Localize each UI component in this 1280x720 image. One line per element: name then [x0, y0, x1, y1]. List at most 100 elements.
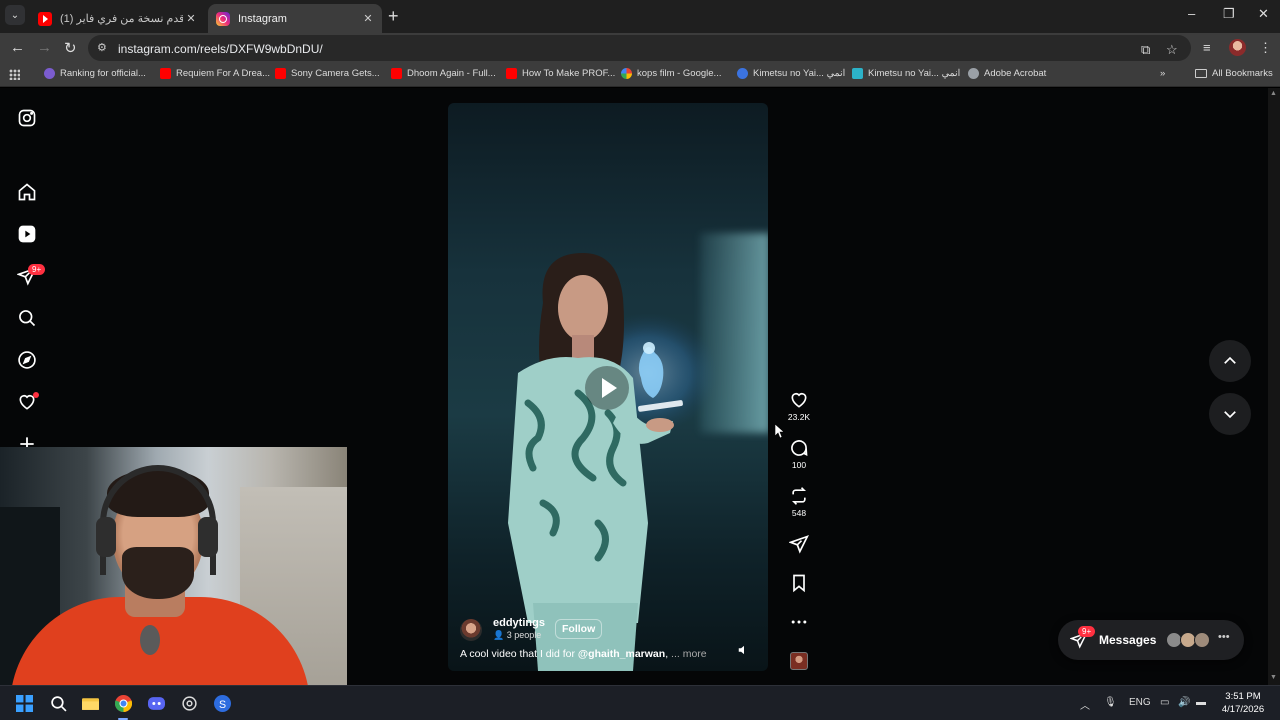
headset-cup	[198, 517, 218, 557]
headset-cup	[96, 517, 116, 557]
webcam-overlay	[0, 447, 347, 697]
follow-button[interactable]: Follow	[555, 619, 603, 639]
bookmark-item[interactable]: kops film - Google...	[621, 68, 721, 79]
network-icon[interactable]: ▭	[1160, 697, 1169, 708]
comment-count: 100	[791, 460, 807, 470]
apps-grid-icon[interactable]	[9, 69, 20, 80]
bookmark-item[interactable]: How To Make PROF...	[506, 68, 615, 79]
contact-avatar	[1194, 632, 1210, 648]
caption-text: A cool video that I did for	[460, 648, 575, 660]
audio-muted-icon[interactable]	[737, 643, 751, 657]
chevron-up-icon	[1224, 356, 1236, 364]
messages-button[interactable]: 9+ Messages •••	[1058, 620, 1244, 660]
site-info-icon[interactable]: ⚙	[97, 41, 111, 55]
play-button[interactable]	[585, 366, 629, 410]
tab-title: Instagram	[238, 12, 287, 25]
bookmark-item[interactable]: Kimetsu no Yai... انمي	[852, 68, 960, 79]
youtube-icon	[506, 68, 517, 79]
tab-title: (1) حملت اقدم نسخة من فري فاير	[60, 13, 183, 25]
caption-more-link[interactable]: ... more	[671, 648, 707, 660]
minimize-icon[interactable]: –	[1188, 6, 1195, 21]
menu-kebab-icon[interactable]: ⋮	[1259, 40, 1272, 56]
reels-icon[interactable]	[17, 224, 37, 244]
bookmark-item[interactable]: Adobe Acrobat	[968, 68, 1046, 79]
share-button[interactable]	[786, 534, 812, 554]
address-bar[interactable]: ⚙ instagram.com/reels/DXFW9wbDnDU/ ⧉ ☆	[88, 35, 1191, 61]
battery-icon[interactable]: ▬	[1196, 697, 1206, 708]
bookmark-item[interactable]: Ranking for official...	[44, 68, 146, 79]
chevron-down-icon	[1224, 411, 1236, 419]
close-tab-icon[interactable]: ✕	[183, 12, 199, 25]
install-app-icon[interactable]: ⧉	[1141, 42, 1150, 58]
discord-icon[interactable]	[148, 695, 165, 712]
save-button[interactable]	[786, 573, 812, 593]
clock-time: 3:51 PM	[1225, 691, 1261, 702]
profile-avatar[interactable]	[1229, 39, 1246, 56]
search-icon[interactable]	[50, 695, 67, 712]
settings-gear-icon[interactable]	[181, 695, 198, 712]
clock-date: 4/17/2026	[1221, 704, 1265, 715]
comment-button[interactable]: 100	[786, 438, 812, 470]
next-reel-button[interactable]	[1209, 393, 1251, 435]
chrome-icon[interactable]	[115, 695, 132, 712]
page-scrollbar[interactable]: ▲ ▼	[1268, 88, 1280, 685]
bookmark-label: Requiem For A Drea...	[176, 68, 270, 79]
audio-thumbnail[interactable]	[790, 652, 808, 670]
windows-taskbar: S ︿ 🎙 ENG ▭ 🔊 ▬ 3:51 PM 4/17/2026	[0, 685, 1280, 720]
tab-strip: ⌄ (1) حملت اقدم نسخة من فري فاير ✕ Insta…	[0, 0, 1280, 33]
search-icon[interactable]	[17, 308, 37, 328]
tab-youtube[interactable]: (1) حملت اقدم نسخة من فري فاير ✕	[30, 4, 205, 33]
scroll-down-icon[interactable]: ▼	[1270, 674, 1277, 681]
file-explorer-icon[interactable]	[82, 695, 99, 712]
system-clock[interactable]: 3:51 PM 4/17/2026	[1220, 690, 1266, 716]
heart-icon	[791, 392, 807, 408]
bookmarks-overflow-icon[interactable]: »	[1160, 68, 1165, 79]
mouse-cursor-icon	[775, 424, 785, 438]
author-avatar[interactable]	[460, 619, 482, 641]
scroll-up-icon[interactable]: ▲	[1270, 90, 1277, 97]
close-window-icon[interactable]: ✕	[1258, 6, 1269, 22]
collaborators-count[interactable]: 👤 3 people	[493, 630, 541, 641]
all-bookmarks[interactable]: All Bookmarks	[1195, 68, 1273, 79]
app-icon[interactable]: S	[214, 695, 231, 712]
bookmark-label: Adobe Acrobat	[984, 68, 1047, 79]
like-button[interactable]: 23.2K	[786, 390, 812, 422]
more-options-button[interactable]	[786, 612, 812, 632]
author-username[interactable]: eddytings	[493, 617, 545, 629]
messages-label: Messages	[1099, 633, 1157, 647]
caption-mention[interactable]: @ghaith_marwan	[578, 648, 665, 660]
close-tab-icon[interactable]: ✕	[360, 12, 376, 25]
bookmark-star-icon[interactable]: ☆	[1166, 42, 1178, 58]
windows-start-icon[interactable]	[16, 695, 33, 712]
tab-instagram[interactable]: Instagram ✕	[208, 4, 382, 33]
home-icon[interactable]	[17, 182, 37, 202]
google-icon	[621, 68, 632, 79]
forward-icon[interactable]: →	[37, 39, 52, 56]
microphone-icon[interactable]: 🎙	[1104, 697, 1117, 708]
bookmark-label: Kimetsu no Yai... انمي	[868, 68, 961, 79]
restore-icon[interactable]: ❐	[1223, 6, 1235, 22]
explore-icon[interactable]	[17, 350, 37, 370]
volume-icon[interactable]: 🔊	[1178, 697, 1190, 708]
language-indicator[interactable]: ENG	[1129, 697, 1151, 708]
twitch-icon	[44, 68, 55, 79]
witanime-icon	[852, 68, 863, 79]
media-control-icon[interactable]: ≡	[1203, 40, 1211, 55]
previous-reel-button[interactable]	[1209, 340, 1251, 382]
new-tab-button[interactable]: +	[388, 6, 399, 27]
folder-icon	[1195, 69, 1207, 78]
acrobat-icon	[968, 68, 979, 79]
bookmark-item[interactable]: Sony Camera Gets...	[275, 68, 380, 79]
instagram-logo-icon[interactable]	[17, 108, 37, 128]
bookmark-item[interactable]: Requiem For A Drea...	[160, 68, 270, 79]
tray-overflow-icon[interactable]: ︿	[1080, 697, 1090, 712]
browser-toolbar: ← → ↻ ⚙ instagram.com/reels/DXFW9wbDnDU/…	[0, 33, 1280, 63]
reload-icon[interactable]: ↻	[64, 39, 77, 57]
repost-button[interactable]: 548	[786, 486, 812, 518]
bookmark-item[interactable]: Dhoom Again - Full...	[391, 68, 496, 79]
back-icon[interactable]: ←	[10, 39, 25, 56]
bookmark-item[interactable]: Kimetsu no Yai... انمي	[737, 68, 845, 79]
tab-search-button[interactable]: ⌄	[5, 5, 25, 25]
url-text: instagram.com/reels/DXFW9wbDnDU/	[118, 42, 323, 56]
notification-badge: 9+	[28, 264, 46, 275]
